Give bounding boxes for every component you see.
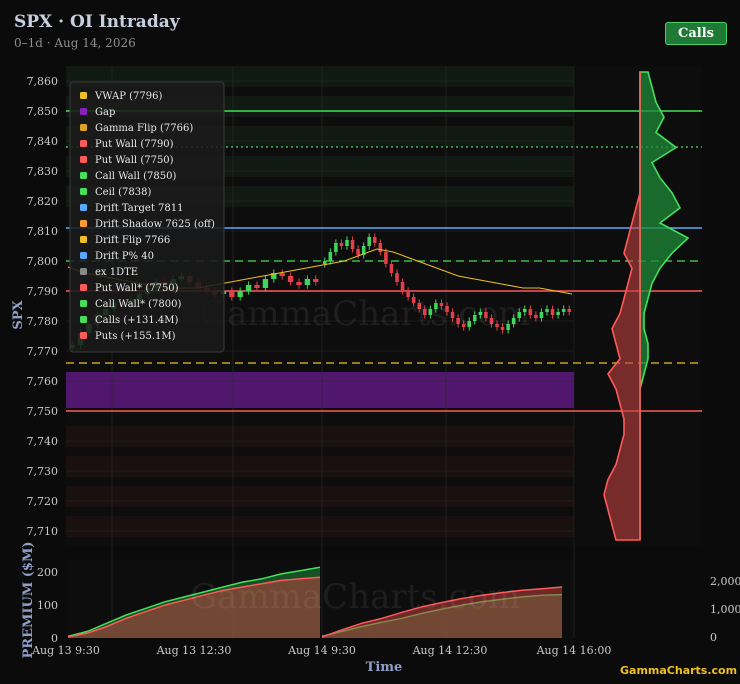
legend-swatch [80, 252, 87, 259]
legend-item: Calls (+131.4M) [95, 315, 178, 326]
put-zone-band [66, 426, 574, 447]
y-tick-label: 7,800 [27, 255, 59, 268]
premium-y-axis-label: PREMIUM ($M) [21, 542, 36, 659]
candle-body [545, 309, 549, 312]
legend-item: Put Wall (7750) [95, 155, 174, 166]
candle-body [556, 312, 560, 315]
premium-y2-tick-label: 1,000 [710, 603, 740, 616]
legend-swatch [80, 172, 87, 179]
legend-swatch [80, 332, 87, 339]
put-zone-band [66, 516, 574, 537]
premium-y-tick-label: 200 [37, 566, 58, 579]
candle-body [384, 252, 388, 264]
candle-body [378, 243, 383, 252]
y-tick-label: 7,790 [27, 285, 59, 298]
x-tick-label: Aug 13 12:30 [156, 644, 232, 657]
y-axis-label: SPX [11, 299, 26, 329]
legend-swatch [80, 140, 87, 147]
candle-body [287, 276, 294, 282]
y-tick-label: 7,730 [27, 465, 59, 478]
candle-body [373, 237, 377, 243]
candle-body [323, 261, 327, 264]
legend-item: Put Wall (7790) [95, 139, 174, 150]
legend-swatch [80, 316, 87, 323]
legend-swatch [80, 124, 87, 131]
put-zone-band [66, 486, 574, 507]
legend-item: VWAP (7796) [94, 91, 162, 102]
legend-swatch [80, 204, 87, 211]
y-tick-label: 7,760 [27, 375, 59, 388]
legend-swatch [80, 284, 87, 291]
legend-item: Put Wall* (7750) [95, 283, 179, 294]
y-tick-label: 7,750 [27, 405, 59, 418]
brand-logo-text: GammaCharts.com [620, 664, 737, 677]
candle-body [367, 237, 371, 246]
legend-swatch [80, 220, 87, 227]
candle-body [328, 252, 333, 261]
candle-body [254, 285, 260, 288]
watermark-bottom: GammaCharts.com [190, 577, 520, 617]
candle-body [262, 279, 269, 288]
candle-body [550, 309, 555, 315]
y-tick-label: 7,740 [27, 435, 59, 448]
candle-body [339, 243, 344, 246]
candle-body [356, 249, 360, 255]
candle-body [304, 279, 311, 285]
candle-body [400, 282, 405, 291]
candle-body [561, 309, 566, 312]
legend-swatch [80, 268, 87, 275]
candle-body [345, 240, 349, 246]
legend-swatch [80, 108, 87, 115]
watermark: GammaCharts.com [200, 294, 530, 334]
legend-item: Call Wall (7850) [95, 171, 176, 182]
premium-y-tick-label: 100 [37, 599, 58, 612]
candle-body [350, 240, 355, 249]
legend-item: ex 1DTE [95, 267, 138, 278]
candle-body [296, 282, 302, 285]
legend-item: Gap [95, 107, 115, 118]
y-tick-label: 7,860 [27, 75, 59, 88]
y-tick-label: 7,840 [27, 135, 59, 148]
legend-item: Drift Target 7811 [95, 203, 184, 214]
legend-item: Ceil (7838) [95, 187, 151, 198]
legend-swatch [80, 92, 87, 99]
legend-item: Drift Flip 7766 [95, 235, 170, 246]
x-axis-label: Time [366, 660, 403, 675]
x-tick-label: Aug 14 16:00 [536, 644, 612, 657]
y-tick-label: 7,830 [27, 165, 59, 178]
legend-item: Call Wall* (7800) [95, 299, 181, 310]
x-tick-label: Aug 14 12:30 [412, 644, 488, 657]
oi-intraday-chart: GammaCharts.com GammaCharts.com 7,860 7,8… [11, 66, 740, 677]
candle-body [245, 285, 252, 291]
y-tick-label: 7,850 [27, 105, 59, 118]
legend-item: Drift P% 40 [95, 251, 154, 262]
legend-swatch [80, 236, 87, 243]
candle-body [539, 312, 544, 318]
legend-swatch [80, 156, 87, 163]
y-tick-label: 7,770 [27, 345, 59, 358]
y-tick-label: 7,720 [27, 495, 59, 508]
candle-body [389, 264, 394, 273]
premium-y2-tick-label: 2,000 [710, 575, 740, 588]
y-tick-label: 7,820 [27, 195, 59, 208]
x-tick-label: Aug 13 9:30 [31, 644, 100, 657]
candle-body [567, 309, 571, 312]
y-tick-label: 7,780 [27, 315, 59, 328]
legend-item: Drift Shadow 7625 (off) [95, 219, 215, 230]
candle-body [279, 273, 285, 276]
candle-body [395, 273, 399, 282]
candle-body [313, 279, 319, 282]
put-zone-band [66, 456, 574, 477]
legend-swatch [80, 300, 87, 307]
x-tick-label: Aug 14 9:30 [287, 644, 356, 657]
y-tick-label: 7,710 [27, 525, 59, 538]
gap-band [66, 372, 574, 408]
y-tick-label: 7,810 [27, 225, 59, 238]
candle-body [334, 243, 338, 252]
legend-item: Gamma Flip (7766) [95, 123, 193, 134]
candle-body [534, 315, 538, 318]
premium-y2-tick-label: 0 [710, 631, 717, 644]
legend-item: Puts (+155.1M) [95, 331, 176, 342]
legend-swatch [80, 188, 87, 195]
